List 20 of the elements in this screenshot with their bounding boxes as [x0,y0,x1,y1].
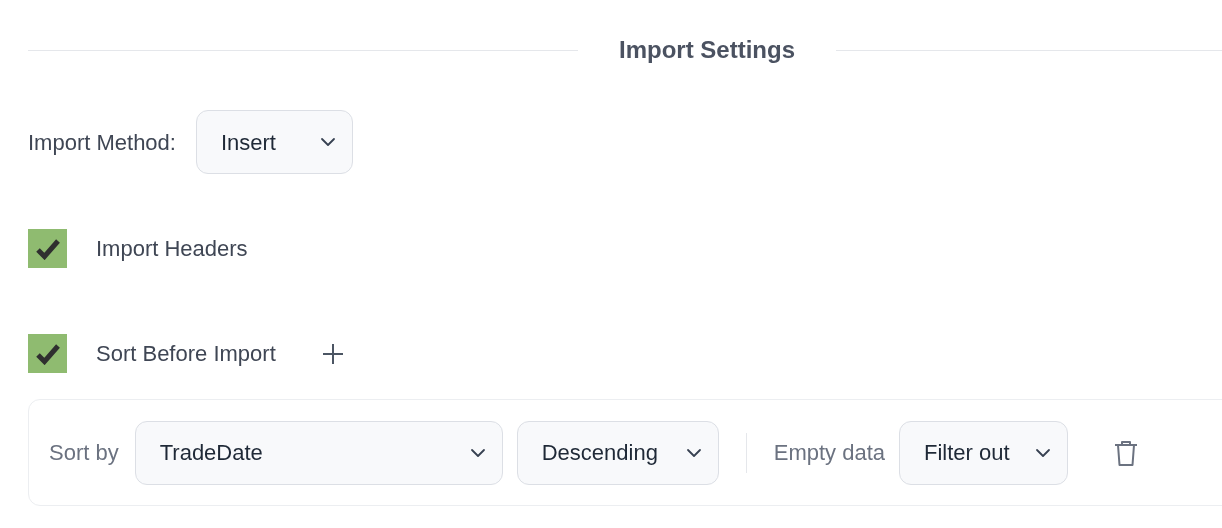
empty-data-select[interactable]: Filter out [899,420,1068,485]
delete-icon[interactable] [1113,438,1139,467]
chevron-down-icon [469,447,486,458]
order-select[interactable]: Descending [516,420,719,485]
chevron-down-icon [319,137,336,147]
checkbox-label: Sort Before Import [96,340,276,368]
add-icon[interactable] [320,341,345,366]
field-label: Import Method: [28,128,176,157]
check-icon [34,237,61,260]
checkbox-label: Import Headers [96,235,248,263]
method-select[interactable]: Insert [195,110,353,174]
section-title: Import Settings [618,35,796,65]
field-label: Sort by [49,439,119,467]
check-icon [34,342,61,365]
chevron-down-icon [685,447,702,458]
chevron-down-icon [1035,447,1051,458]
field-select[interactable]: TradeDate [134,420,503,485]
checkbox[interactable] [28,229,67,268]
checkbox[interactable] [28,334,67,373]
field-label: Empty data [773,439,885,467]
